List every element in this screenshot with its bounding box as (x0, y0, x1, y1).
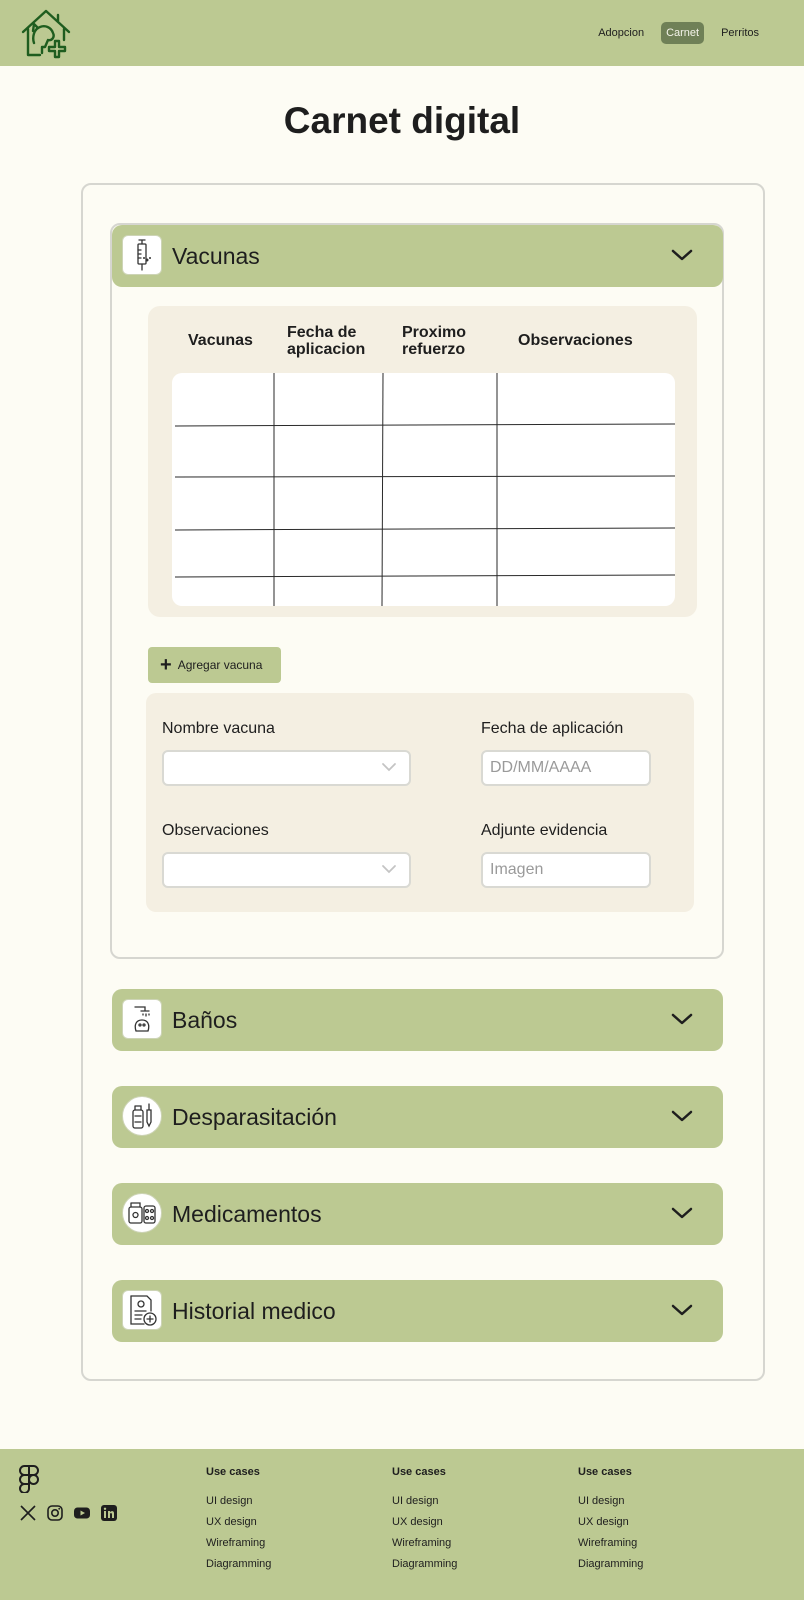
table-body-grid (172, 372, 676, 607)
table-header-fecha: Fecha de aplicacion (287, 324, 366, 358)
accordion-medicamentos[interactable]: Medicamentos (112, 1183, 723, 1245)
footer-link[interactable]: Diagramming (206, 1558, 271, 1570)
chevron-down-icon[interactable] (671, 1108, 693, 1124)
social-links (19, 1504, 118, 1522)
accordion-medicamentos-label: Medicamentos (172, 1201, 322, 1227)
medicine-pills-icon (122, 1193, 162, 1233)
footer-link[interactable]: UX design (578, 1516, 643, 1528)
table-header-vacunas: Vacunas (188, 332, 253, 349)
footer: Use cases UI design UX design Wireframin… (0, 1449, 804, 1600)
x-twitter-icon[interactable] (19, 1504, 37, 1522)
adjunte-evidencia-label: Adjunte evidencia (481, 822, 608, 839)
footer-column-title: Use cases (578, 1466, 632, 1478)
nav-item-perritos[interactable]: Perritos (716, 22, 764, 44)
linkedin-icon[interactable] (100, 1504, 118, 1522)
dog-shower-icon (122, 999, 162, 1039)
footer-link[interactable]: Wireframing (578, 1537, 643, 1549)
footer-link[interactable]: Diagramming (392, 1558, 457, 1570)
observaciones-select[interactable] (162, 852, 411, 888)
footer-link[interactable]: UI design (578, 1495, 643, 1507)
dog-house-logo-icon[interactable] (20, 7, 72, 59)
nav-item-carnet[interactable]: Carnet (661, 22, 705, 44)
footer-link[interactable]: Wireframing (392, 1537, 457, 1549)
vaccine-form: Nombre vacuna Fecha de aplicación Observ… (146, 693, 694, 912)
footer-link[interactable]: UI design (392, 1495, 457, 1507)
accordion-banos[interactable]: Baños (112, 989, 723, 1051)
chevron-down-icon[interactable] (671, 247, 693, 263)
evidencia-input[interactable] (481, 852, 651, 888)
accordion-vacunas-label: Vacunas (172, 243, 260, 269)
footer-column-2: Use cases UI design UX design Wireframin… (392, 1466, 457, 1579)
plus-icon: + (160, 654, 172, 676)
instagram-icon[interactable] (46, 1504, 64, 1522)
accordion-historial-label: Historial medico (172, 1298, 336, 1324)
chevron-down-icon[interactable] (671, 1302, 693, 1318)
footer-link[interactable]: UI design (206, 1495, 271, 1507)
chevron-down-icon (382, 763, 396, 772)
footer-column-title: Use cases (392, 1466, 446, 1478)
table-header-observaciones: Observaciones (518, 332, 633, 349)
footer-link[interactable]: UX design (392, 1516, 457, 1528)
fecha-aplicacion-input[interactable] (481, 750, 651, 786)
nombre-vacuna-label: Nombre vacuna (162, 720, 275, 737)
medical-record-icon (122, 1290, 162, 1330)
footer-column-3: Use cases UI design UX design Wireframin… (578, 1466, 643, 1579)
footer-column-title: Use cases (206, 1466, 260, 1478)
medicine-bottle-icon (122, 1096, 162, 1136)
add-vaccine-label: Agregar vacuna (177, 658, 263, 672)
header: Adopcion Carnet Perritos (0, 0, 804, 66)
nombre-vacuna-select[interactable] (162, 750, 411, 786)
footer-link[interactable]: Wireframing (206, 1537, 271, 1549)
footer-link[interactable]: Diagramming (578, 1558, 643, 1570)
add-vaccine-button[interactable]: + Agregar vacuna (148, 647, 281, 683)
figma-logo-icon (19, 1465, 39, 1493)
chevron-down-icon[interactable] (671, 1205, 693, 1221)
accordion-banos-label: Baños (172, 1007, 238, 1033)
accordion-vacunas[interactable]: Vacunas (112, 225, 723, 287)
chevron-down-icon (382, 865, 396, 874)
table-header-refuerzo: Proximo refuerzo (402, 324, 467, 358)
page-title: Carnet digital (283, 100, 521, 141)
footer-link[interactable]: UX design (206, 1516, 271, 1528)
accordion-historial[interactable]: Historial medico (112, 1280, 723, 1342)
chevron-down-icon[interactable] (671, 1011, 693, 1027)
accordion-desparasitacion-label: Desparasitación (172, 1104, 337, 1130)
main-nav: Adopcion Carnet Perritos (593, 22, 764, 44)
footer-column-1: Use cases UI design UX design Wireframin… (206, 1466, 271, 1579)
youtube-icon[interactable] (73, 1504, 91, 1522)
accordion-desparasitacion[interactable]: Desparasitación (112, 1086, 723, 1148)
syringe-icon (122, 235, 162, 275)
nav-item-adopcion[interactable]: Adopcion (593, 22, 649, 44)
fecha-aplicacion-label: Fecha de aplicación (481, 720, 624, 737)
observaciones-label: Observaciones (162, 822, 269, 839)
